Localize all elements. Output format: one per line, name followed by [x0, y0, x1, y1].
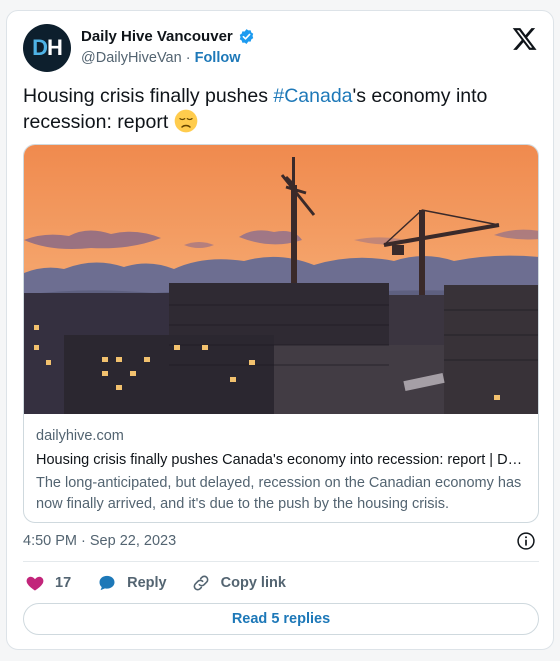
- info-icon[interactable]: [516, 531, 536, 551]
- reply-label: Reply: [127, 575, 167, 591]
- link-preview-image: [24, 145, 538, 414]
- link-icon: [193, 575, 209, 591]
- link-title[interactable]: Housing crisis finally pushes Canada's e…: [36, 452, 528, 468]
- avatar-letter-d: D: [32, 35, 48, 60]
- author-handle[interactable]: @DailyHiveVan: [81, 50, 182, 66]
- avatar[interactable]: DH: [23, 24, 71, 72]
- reply-button[interactable]: Reply: [97, 573, 167, 593]
- author-name[interactable]: Daily Hive Vancouver: [81, 28, 233, 45]
- tweet-text-part-1: Housing crisis finally pushes: [23, 85, 274, 107]
- handle-separator: ·: [185, 50, 191, 66]
- divider: [23, 561, 539, 562]
- like-count: 17: [55, 575, 72, 591]
- handle-row: @DailyHiveVan · Follow: [81, 50, 241, 66]
- hashtag-link[interactable]: #Canada: [273, 85, 352, 107]
- copy-link-button[interactable]: Copy link: [191, 573, 286, 593]
- reply-bubble-icon: [99, 575, 115, 591]
- tweet-actions: 17 Reply Copy link: [23, 571, 286, 595]
- copy-link-label: Copy link: [220, 575, 286, 591]
- link-preview-meta: dailyhive.com Housing crisis finally pus…: [36, 428, 528, 515]
- link-domain: dailyhive.com: [36, 428, 124, 444]
- avatar-letter-h: H: [47, 35, 63, 60]
- tweet-timestamp[interactable]: 4:50 PM · Sep 22, 2023: [23, 533, 176, 549]
- read-replies-button[interactable]: Read 5 replies: [23, 603, 539, 635]
- link-description: The long-anticipated, but delayed, reces…: [36, 475, 522, 512]
- like-button[interactable]: 17: [25, 573, 71, 593]
- tweet-text: Housing crisis finally pushes #Canada's …: [23, 84, 533, 135]
- link-preview-card[interactable]: dailyhive.com Housing crisis finally pus…: [23, 144, 539, 523]
- follow-button[interactable]: Follow: [195, 50, 241, 66]
- x-logo-icon[interactable]: [511, 26, 537, 52]
- author-name-row: Daily Hive Vancouver: [81, 28, 255, 45]
- verified-badge-icon: [239, 29, 253, 44]
- tweet-embed-card: DH Daily Hive Vancouver @DailyHiveVan · …: [6, 10, 554, 650]
- heart-icon: [26, 576, 44, 591]
- disappointed-face-icon: [174, 109, 197, 133]
